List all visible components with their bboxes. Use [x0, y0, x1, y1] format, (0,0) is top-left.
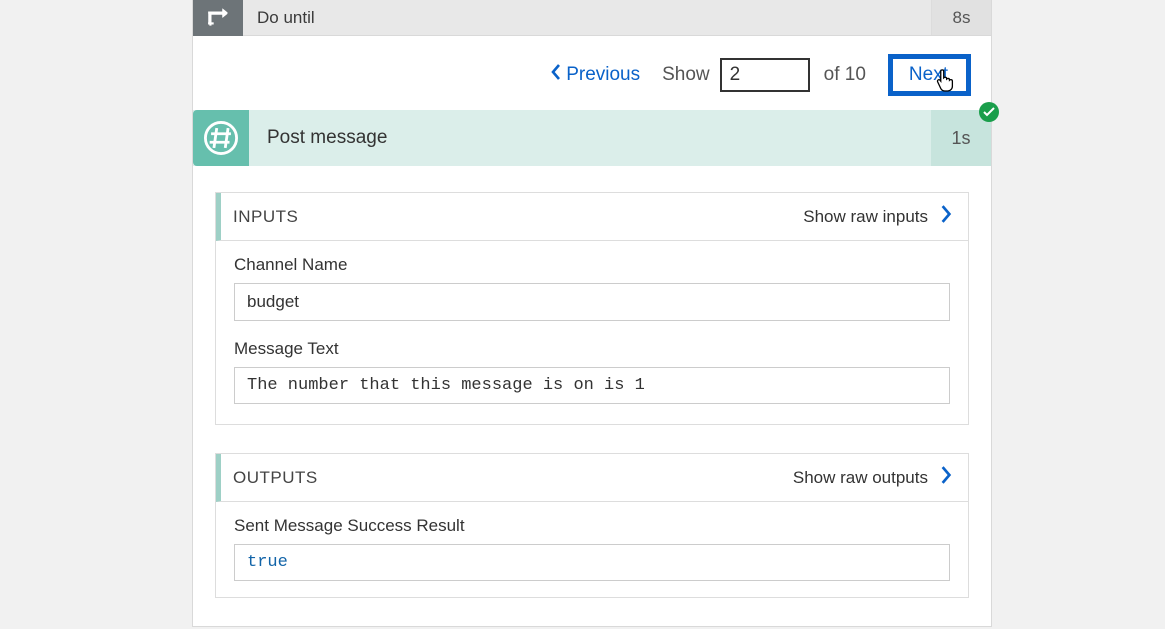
- outputs-body: Sent Message Success Result true: [216, 502, 968, 597]
- channel-name-field: Channel Name budget: [216, 241, 968, 325]
- outputs-panel: OUTPUTS Show raw outputs Sent Message Su…: [215, 453, 969, 598]
- iteration-input[interactable]: [720, 58, 810, 92]
- hash-icon: [193, 110, 249, 166]
- step-title: Post message: [249, 127, 931, 149]
- cursor-pointer-icon: [934, 68, 956, 98]
- loop-icon: [193, 0, 243, 36]
- chevron-left-icon: [550, 64, 562, 86]
- message-text-label: Message Text: [234, 339, 950, 359]
- sent-success-value: true: [234, 544, 950, 581]
- sent-success-label: Sent Message Success Result: [234, 516, 950, 536]
- inputs-panel-header: INPUTS Show raw inputs: [216, 193, 968, 241]
- show-raw-inputs-label: Show raw inputs: [803, 207, 928, 227]
- previous-label: Previous: [566, 64, 640, 86]
- message-text-field: Message Text The number that this messag…: [216, 325, 968, 408]
- chevron-right-icon: [940, 205, 952, 228]
- channel-name-label: Channel Name: [234, 255, 950, 275]
- do-until-title: Do until: [243, 0, 931, 35]
- previous-button[interactable]: Previous: [544, 60, 646, 90]
- show-raw-outputs-link[interactable]: Show raw outputs: [793, 466, 952, 489]
- step-body: INPUTS Show raw inputs Channel Name budg…: [193, 166, 991, 598]
- outputs-title: OUTPUTS: [233, 468, 793, 488]
- iteration-pager: Previous Show of 10 Next: [193, 36, 991, 110]
- inputs-body: Channel Name budget Message Text The num…: [216, 241, 968, 424]
- inputs-title: INPUTS: [233, 207, 803, 227]
- outputs-panel-header: OUTPUTS Show raw outputs: [216, 454, 968, 502]
- chevron-right-icon: [940, 466, 952, 489]
- do-until-duration: 8s: [931, 0, 991, 35]
- success-check-icon: [979, 102, 999, 122]
- next-button-highlight: Next: [888, 54, 971, 96]
- show-raw-outputs-label: Show raw outputs: [793, 468, 928, 488]
- flow-run-container: Do until 8s Previous Show of 10 Next: [192, 0, 992, 627]
- do-until-header[interactable]: Do until 8s: [193, 0, 991, 36]
- step-header[interactable]: Post message 1s: [193, 110, 991, 166]
- show-label: Show: [662, 64, 710, 86]
- channel-name-value: budget: [234, 283, 950, 321]
- of-total-label: of 10: [824, 64, 866, 86]
- message-text-value: The number that this message is on is 1: [234, 367, 950, 404]
- post-message-step: Post message 1s INPUTS Show raw inputs: [193, 110, 991, 598]
- inputs-panel: INPUTS Show raw inputs Channel Name budg…: [215, 192, 969, 425]
- sent-success-field: Sent Message Success Result true: [216, 502, 968, 585]
- show-raw-inputs-link[interactable]: Show raw inputs: [803, 205, 952, 228]
